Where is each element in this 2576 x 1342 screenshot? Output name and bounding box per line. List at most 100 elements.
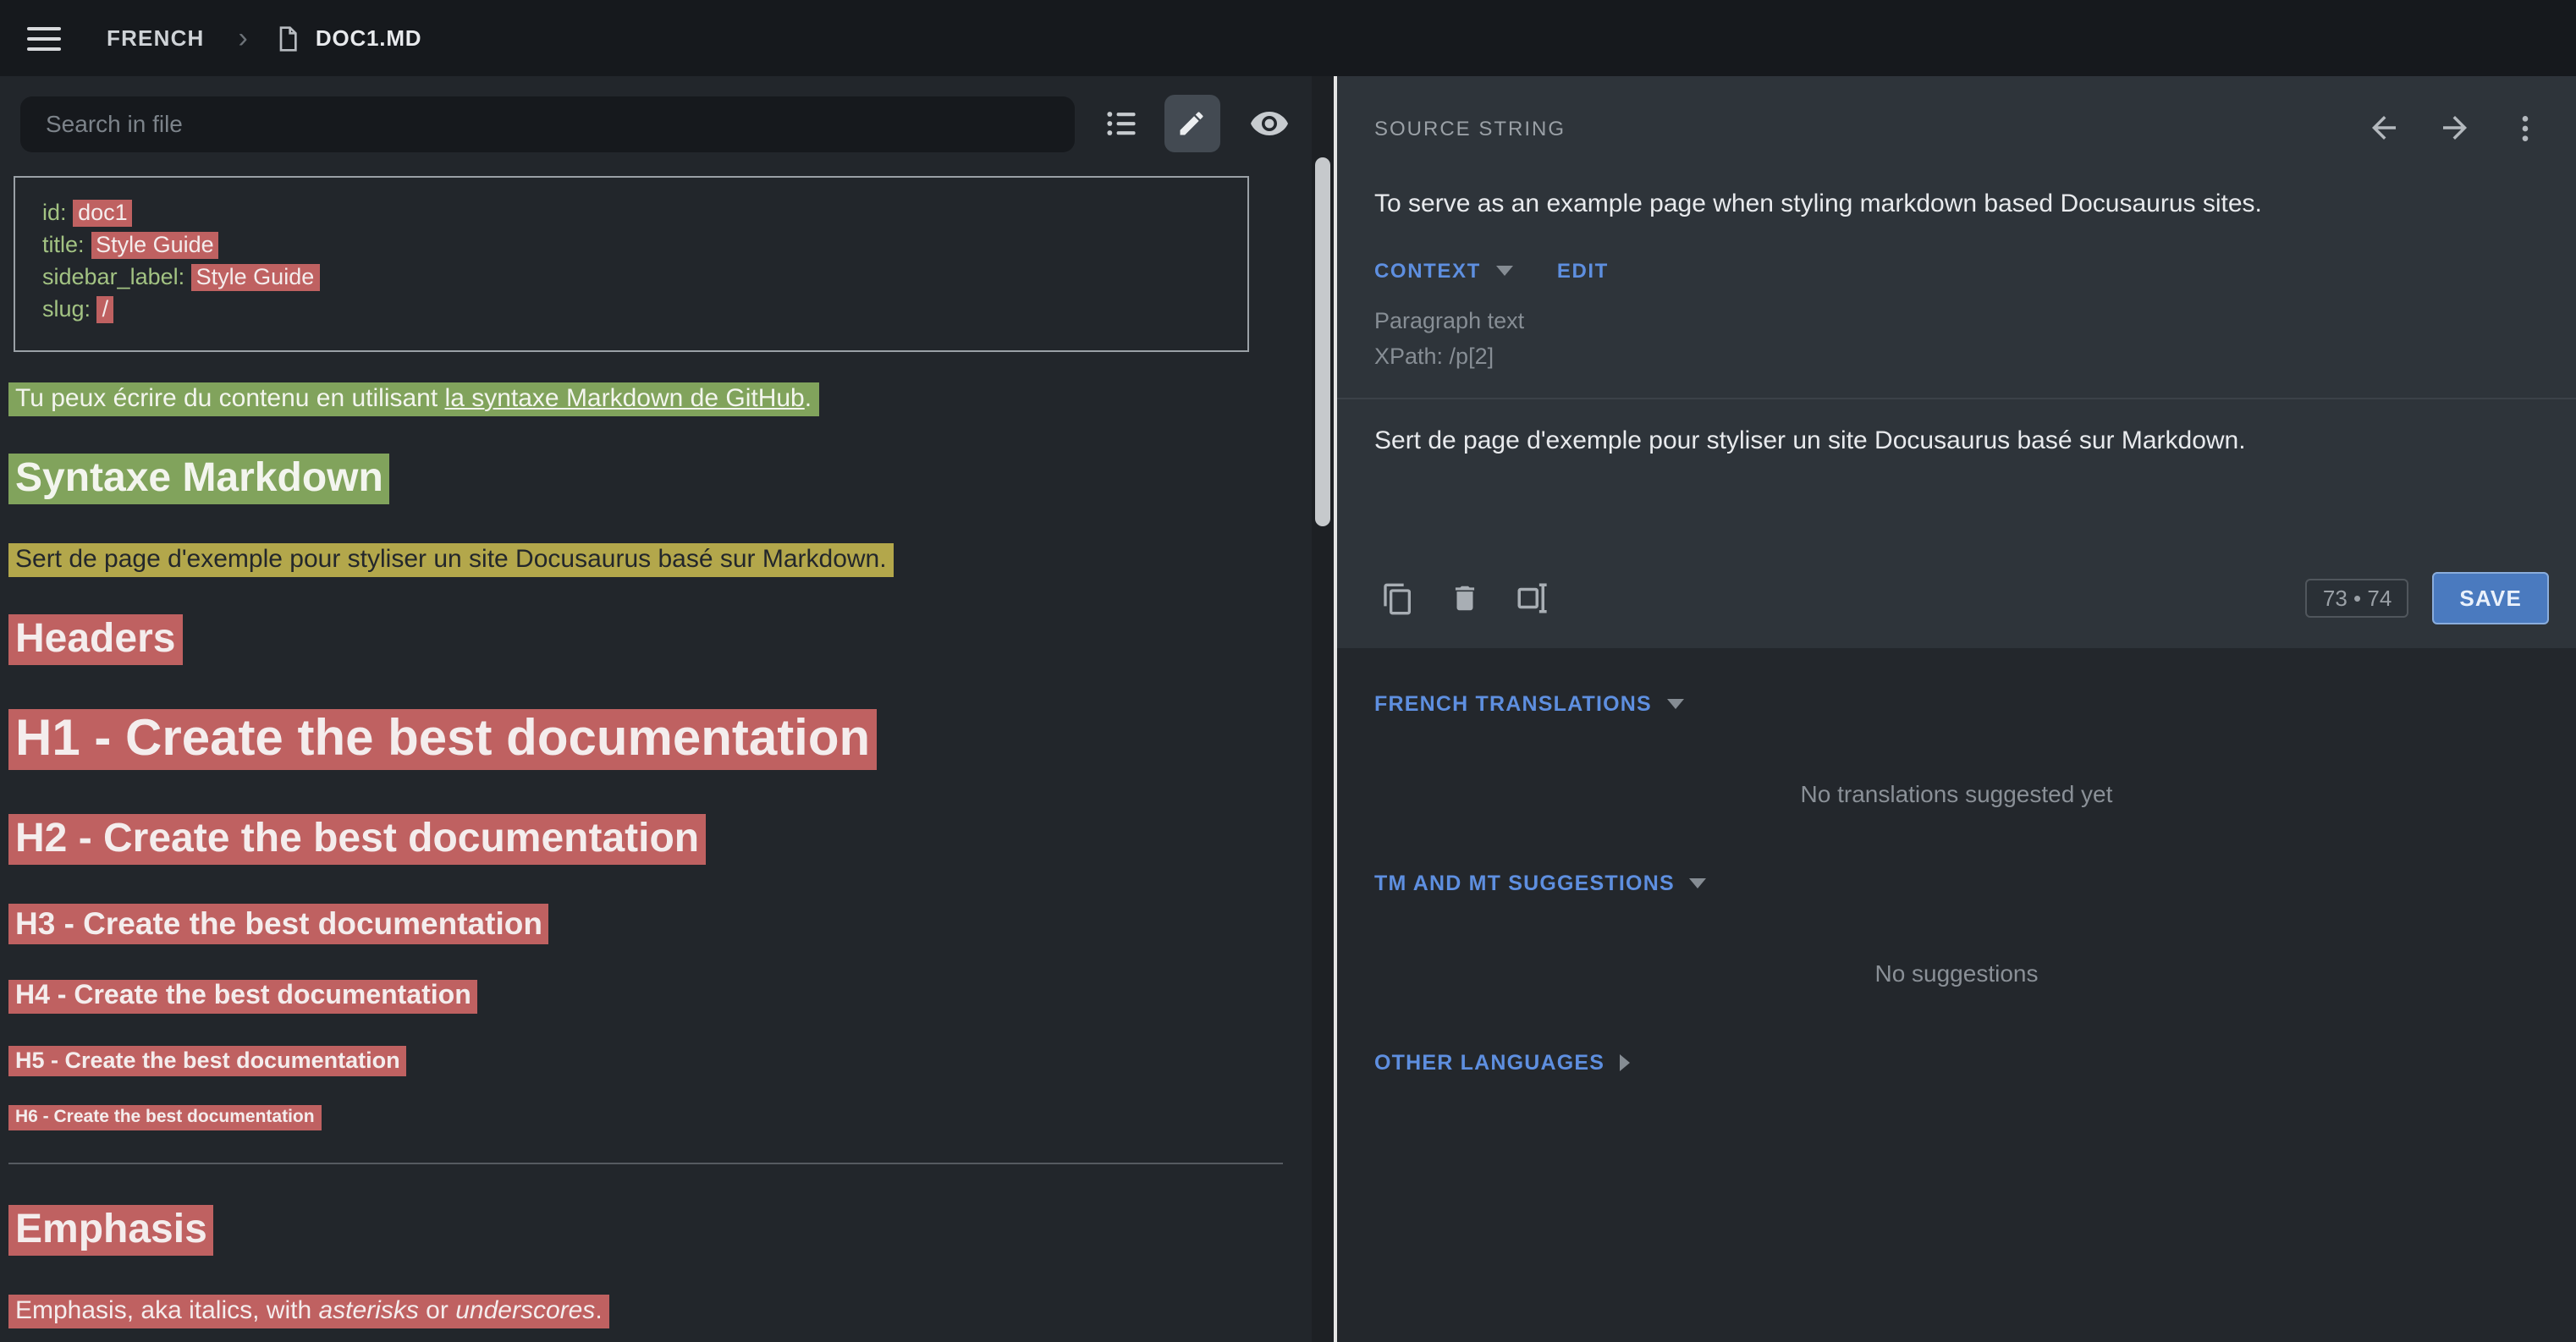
topbar: FRENCH › DOC1.MD [0,0,2576,76]
clear-translation-button[interactable] [1449,582,1481,614]
translation-actions: 73 • 74 SAVE [1337,565,2576,648]
context-row: CONTEXT EDIT [1337,218,2576,283]
horizontal-rule [8,1163,1283,1164]
document-scrollbar-track[interactable] [1312,76,1334,1342]
chevron-down-icon [1667,699,1684,709]
copy-source-button[interactable] [1381,581,1415,615]
source-string-translated[interactable]: Tu peux écrire du contenu en utilisant l… [8,382,818,416]
italic-text: asterisks [318,1296,418,1325]
frontmatter-key: title: [42,232,85,257]
more-options-button[interactable] [2508,111,2542,145]
kebab-menu-icon [2508,111,2542,145]
paragraph-emphasis: Emphasis, aka italics, with asterisks or… [8,1296,1283,1325]
hamburger-menu-icon[interactable] [24,18,64,58]
save-button[interactable]: SAVE [2432,572,2549,624]
source-string-frontmatter-sidebar-label[interactable]: Style Guide [191,264,320,291]
trash-icon [1449,582,1481,614]
list-view-icon [1104,105,1141,142]
breadcrumb-file[interactable]: DOC1.MD [316,25,422,51]
translation-input[interactable]: Sert de page d'exemple pour styliser un … [1337,399,2576,565]
chevron-right-icon [1620,1054,1630,1071]
preview-mode-button[interactable] [1249,103,1290,144]
frontmatter-line: slug: / [42,293,1220,325]
heading-h4-sample: H4 - Create the best documentation [8,982,1283,1012]
source-string-untranslated[interactable]: H6 - Create the best documentation [8,1105,322,1130]
frontmatter-key: sidebar_label: [42,264,184,289]
source-string-untranslated[interactable]: H2 - Create the best documentation [8,814,706,865]
source-string-translated[interactable]: Syntaxe Markdown [8,454,390,504]
copy-icon [1381,581,1415,615]
heading-h3-sample: H3 - Create the best documentation [8,905,1283,943]
source-string-text: To serve as an example page when styling… [1337,146,2576,218]
edit-context-button[interactable]: EDIT [1557,259,1609,283]
list-view-button[interactable] [1104,105,1141,142]
context-toggle[interactable]: CONTEXT [1374,259,1481,283]
source-string-untranslated[interactable]: Headers [8,614,182,665]
section-other-languages[interactable]: OTHER LANGUAGES [1337,1051,2576,1075]
app-root: FRENCH › DOC1.MD [0,0,2576,1342]
text-replace-icon [1515,580,1550,616]
section-title: TM AND MT SUGGESTIONS [1374,872,1675,895]
source-string-untranslated[interactable]: H4 - Create the best documentation [8,980,478,1014]
arrow-left-icon [2366,110,2402,146]
source-string-untranslated[interactable]: Emphasis, aka italics, with asterisks or… [8,1295,609,1328]
source-string-untranslated[interactable]: H3 - Create the best documentation [8,904,549,944]
document-scrollbar-thumb[interactable] [1315,157,1330,526]
eye-icon [1249,103,1290,144]
source-string-frontmatter-slug[interactable]: / [97,296,114,323]
document-panel: id: doc1 title: Style Guide sidebar_labe… [0,76,1334,1342]
source-string-untranslated[interactable]: Emphasis [8,1205,214,1256]
next-string-button[interactable] [2437,110,2473,146]
frontmatter-line: title: Style Guide [42,228,1220,261]
source-string-untranslated[interactable]: H5 - Create the best documentation [8,1046,407,1076]
frontmatter-line: sidebar_label: Style Guide [42,261,1220,293]
section-french-translations[interactable]: FRENCH TRANSLATIONS [1337,692,2576,716]
source-string-frontmatter-title[interactable]: Style Guide [91,232,219,259]
emphasis-text: . [595,1296,602,1325]
heading-syntaxe-markdown: Syntaxe Markdown [8,455,1283,503]
previous-string-button[interactable] [2366,110,2402,146]
heading-h6-sample: H6 - Create the best documentation [8,1107,1283,1127]
character-counter: 73 • 74 [2306,579,2408,618]
breadcrumb-project[interactable]: FRENCH [107,25,205,51]
suggestions-area: FRENCH TRANSLATIONS No translations sugg… [1337,648,2576,1075]
source-string-card: SOURCE STRING [1337,76,2576,648]
intro-text-end: . [805,384,812,413]
intro-text: Tu peux écrire du contenu en utilisant [15,384,445,413]
source-string-untranslated[interactable]: H1 - Create the best documentation [8,709,877,770]
heading-h5-sample: H5 - Create the best documentation [8,1048,1283,1073]
context-type-text: Paragraph text [1337,283,2576,333]
source-string-selected[interactable]: Sert de page d'exemple pour styliser un … [8,543,894,577]
file-icon [275,25,302,52]
context-xpath-text: XPath: /p[2] [1337,333,2576,369]
section-tm-mt-suggestions[interactable]: TM AND MT SUGGESTIONS [1337,872,2576,895]
pencil-icon [1177,108,1208,139]
paragraph-serve: Sert de page d'exemple pour styliser un … [8,545,1283,574]
frontmatter-line: id: doc1 [42,196,1220,228]
section-title: OTHER LANGUAGES [1374,1051,1604,1075]
markdown-syntax-link[interactable]: la syntaxe Markdown de GitHub [445,384,805,413]
emphasis-text: or [419,1296,455,1325]
source-string-label: SOURCE STRING [1374,116,1566,140]
heading-h2-sample: H2 - Create the best documentation [8,816,1283,863]
section-title: FRENCH TRANSLATIONS [1374,692,1652,716]
frontmatter-block: id: doc1 title: Style Guide sidebar_labe… [14,176,1249,352]
emphasis-text: Emphasis, aka italics, with [15,1296,318,1325]
source-string-frontmatter-id[interactable]: doc1 [73,200,133,227]
translation-panel: SOURCE STRING [1334,76,2576,1342]
search-input[interactable] [20,96,1075,151]
heading-h1-sample: H1 - Create the best documentation [8,711,1283,768]
heading-headers: Headers [8,616,1283,663]
chevron-right-icon: › [239,21,248,55]
paragraph-intro: Tu peux écrire du contenu en utilisant l… [8,384,1283,413]
chevron-down-icon [1496,266,1513,276]
frontmatter-key: slug: [42,296,91,322]
heading-emphasis: Emphasis [8,1207,1283,1254]
document-toolbar [0,76,1334,169]
document-content: id: doc1 title: Style Guide sidebar_labe… [0,169,1334,1342]
french-translations-empty: No translations suggested yet [1337,780,2576,807]
italic-text: underscores [455,1296,595,1325]
edit-mode-button[interactable] [1164,95,1220,152]
tm-mt-suggestions-empty: No suggestions [1337,960,2576,987]
text-replace-button[interactable] [1515,580,1550,616]
